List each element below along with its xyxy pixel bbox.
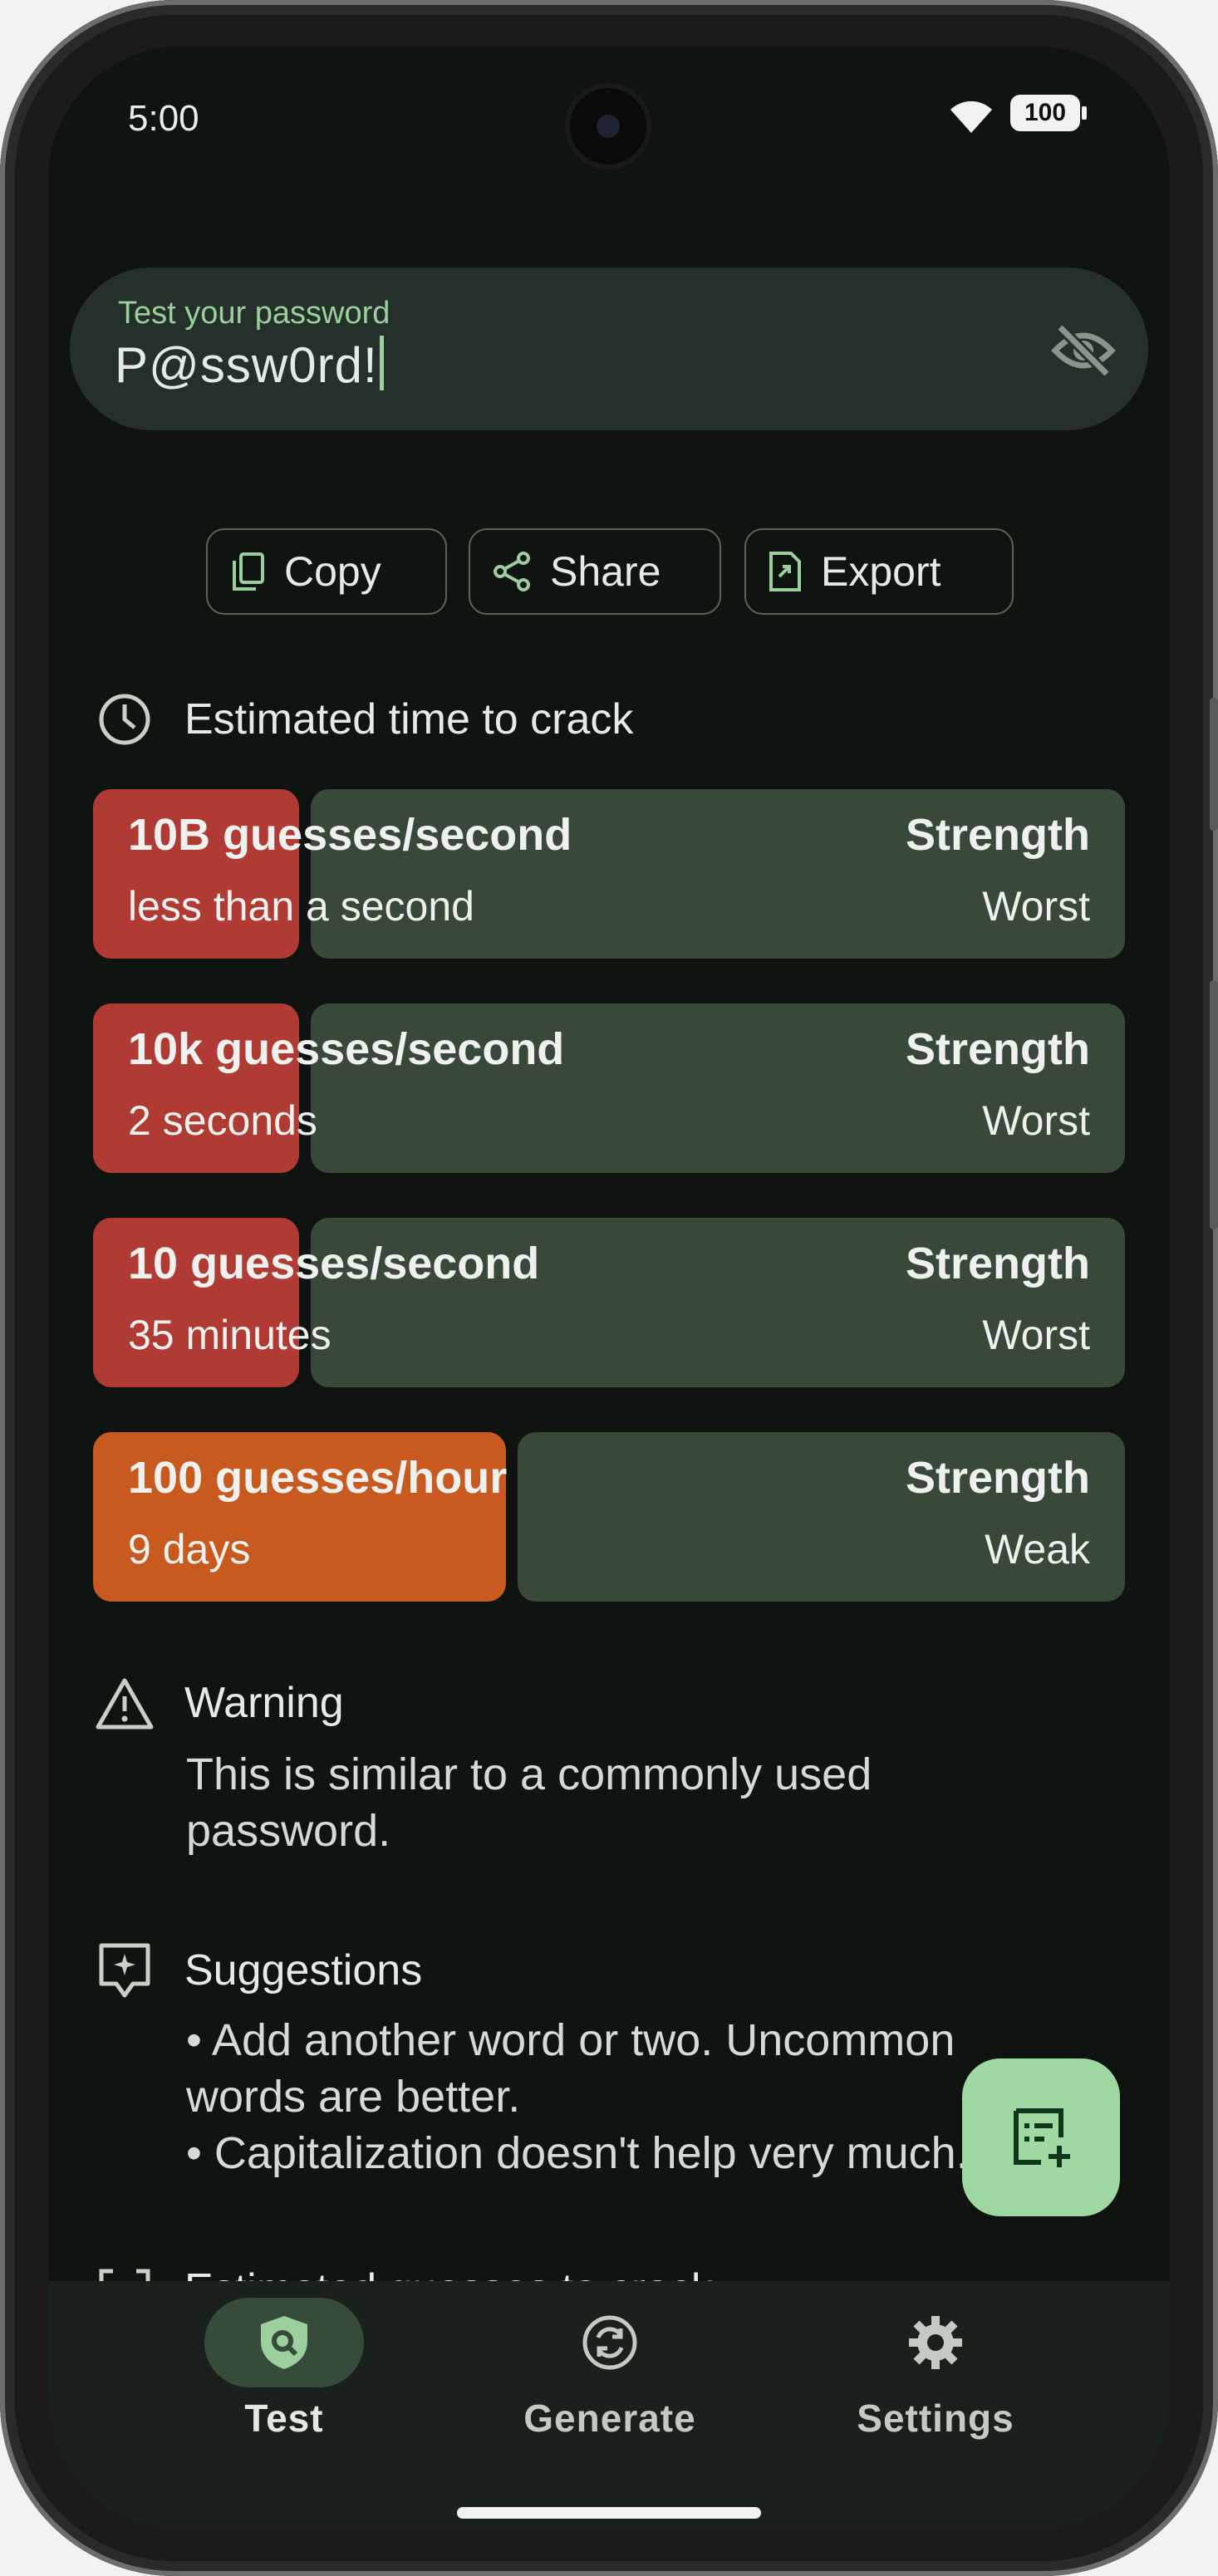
warning-text-line2: password.	[186, 1806, 391, 1856]
status-time: 5:00	[128, 98, 199, 139]
bottom-navigation: Test Generate Settings	[48, 2281, 1170, 2529]
crack-time-title: Estimated time to crack	[184, 695, 634, 743]
visibility-off-icon[interactable]	[1050, 317, 1117, 384]
password-input[interactable]: P@ssw0rd!	[115, 336, 384, 394]
nav-label-settings: Settings	[857, 2397, 1014, 2440]
crack-duration: 9 days	[128, 1526, 251, 1573]
home-indicator[interactable]	[457, 2507, 761, 2519]
strength-label: Strength	[906, 810, 1090, 860]
suggestion-icon	[99, 1943, 150, 1998]
strength-label: Strength	[906, 1453, 1090, 1503]
warning-title: Warning	[184, 1679, 344, 1727]
clock-icon	[99, 694, 150, 745]
strength-value: Worst	[982, 883, 1090, 930]
battery-icon: 100	[1010, 95, 1087, 131]
refresh-icon	[582, 2315, 637, 2370]
crack-duration: less than a second	[128, 883, 474, 930]
strength-value: Worst	[982, 1097, 1090, 1144]
strength-value: Worst	[982, 1312, 1090, 1358]
crack-card: 100 guesses/hour 9 days Strength Weak	[93, 1432, 1125, 1602]
add-notes-icon	[1014, 2108, 1070, 2167]
copy-icon	[233, 552, 264, 591]
battery-level: 100	[1024, 99, 1067, 126]
crack-card: 10k guesses/second 2 seconds Strength Wo…	[93, 1003, 1125, 1173]
nav-item-test[interactable]: Test	[160, 2281, 409, 2447]
suggestion-line3: • Capitalization doesn't help very much.	[186, 2128, 969, 2178]
crack-duration: 35 minutes	[128, 1312, 332, 1358]
gear-icon	[909, 2316, 962, 2369]
export-label: Export	[821, 548, 941, 595]
password-value: P@ssw0rd!	[115, 337, 378, 393]
shield-search-icon	[261, 2316, 307, 2369]
text-caret	[379, 336, 384, 390]
screen: 5:00 100 Test your password P@ssw0rd! Co…	[48, 47, 1170, 2529]
share-label: Share	[550, 548, 661, 595]
suggestions-title: Suggestions	[184, 1946, 423, 1995]
nav-label-test: Test	[244, 2397, 324, 2440]
nav-item-settings[interactable]: Settings	[811, 2281, 1060, 2447]
guess-rate: 10 guesses/second	[128, 1239, 540, 1288]
strength-label: Strength	[906, 1024, 1090, 1074]
share-button[interactable]: Share	[469, 528, 721, 615]
add-list-fab[interactable]	[962, 2058, 1120, 2216]
nav-item-generate[interactable]: Generate	[485, 2281, 734, 2447]
volume-button	[1210, 980, 1218, 1229]
crack-card: 10B guesses/second less than a second St…	[93, 789, 1125, 959]
suggestion-line1: • Add another word or two. Uncommon	[186, 2015, 955, 2065]
crack-duration: 2 seconds	[128, 1097, 317, 1144]
strength-value: Weak	[985, 1526, 1090, 1573]
strength-label: Strength	[906, 1239, 1090, 1288]
suggestion-line2: words are better.	[186, 2072, 521, 2122]
password-field-label: Test your password	[118, 296, 390, 331]
power-button	[1210, 698, 1218, 831]
copy-button[interactable]: Copy	[206, 528, 447, 615]
nav-label-generate: Generate	[523, 2397, 696, 2440]
export-button[interactable]: Export	[744, 528, 1014, 615]
share-icon	[494, 552, 530, 591]
warning-text-line1: This is similar to a commonly used	[186, 1749, 872, 1799]
camera-cutout	[570, 88, 646, 164]
export-icon	[769, 552, 801, 591]
copy-label: Copy	[284, 548, 381, 595]
warning-icon	[96, 1678, 154, 1730]
crack-card: 10 guesses/second 35 minutes Strength Wo…	[93, 1218, 1125, 1387]
wifi-icon	[950, 101, 992, 133]
guess-rate: 10B guesses/second	[128, 810, 572, 860]
guess-rate: 100 guesses/hour	[128, 1453, 508, 1503]
guess-rate: 10k guesses/second	[128, 1024, 565, 1074]
